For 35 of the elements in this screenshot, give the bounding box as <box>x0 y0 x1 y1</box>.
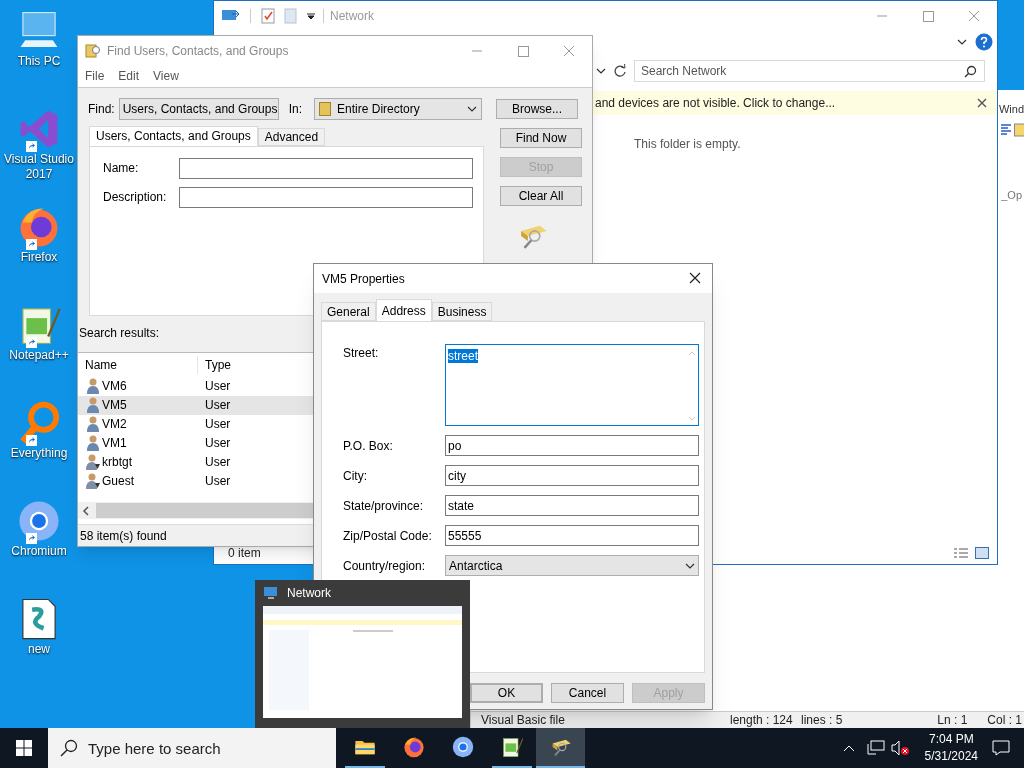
table-cell-text: VM1 <box>102 435 127 452</box>
status-text: Ln : 1 <box>937 713 968 727</box>
table-cell-text: User <box>204 454 231 471</box>
table-cell-text: VM5 <box>102 397 127 414</box>
table-cell-text: User <box>204 435 231 452</box>
preview-title: Network <box>287 585 331 602</box>
field-label: In: <box>288 100 303 118</box>
field-label: Street: <box>343 345 380 362</box>
table-cell-text: Guest <box>102 473 134 490</box>
table-cell-text: User <box>204 397 231 414</box>
field-label: P.O. Box: <box>343 437 394 455</box>
status-text: Visual Basic file <box>481 713 566 727</box>
table-cell-text: User <box>204 378 231 395</box>
window-title: VM5 Properties <box>322 270 405 288</box>
info-bar-text: and devices are not visible. Click to change... <box>595 95 836 112</box>
field-label: Zip/Postal Code: <box>343 527 433 545</box>
status-text: lines : 5 <box>801 713 843 727</box>
window-title: Network <box>330 8 374 25</box>
table-cell-text: VM6 <box>102 378 127 395</box>
field-label: State/province: <box>343 497 425 515</box>
status-text: 58 item(s) found <box>80 527 167 545</box>
empty-folder-message: This folder is empty. <box>634 137 741 151</box>
table-cell-text: User <box>204 416 231 433</box>
status-text: Col : 1 <box>987 713 1022 727</box>
field-label: Country/region: <box>343 557 427 575</box>
window-title: Find Users, Contacts, and Groups <box>107 43 289 60</box>
field-label: Name: <box>103 160 140 177</box>
field-label: City: <box>343 467 368 485</box>
field-label: Find: <box>88 100 115 118</box>
table-cell-text: krbtgt <box>102 454 132 471</box>
table-cell-text: User <box>204 473 231 490</box>
section-label: Search results: <box>79 325 160 340</box>
status-text: length : 124 <box>730 713 794 727</box>
table-cell-text: VM2 <box>102 416 127 433</box>
field-label: Description: <box>103 189 168 206</box>
